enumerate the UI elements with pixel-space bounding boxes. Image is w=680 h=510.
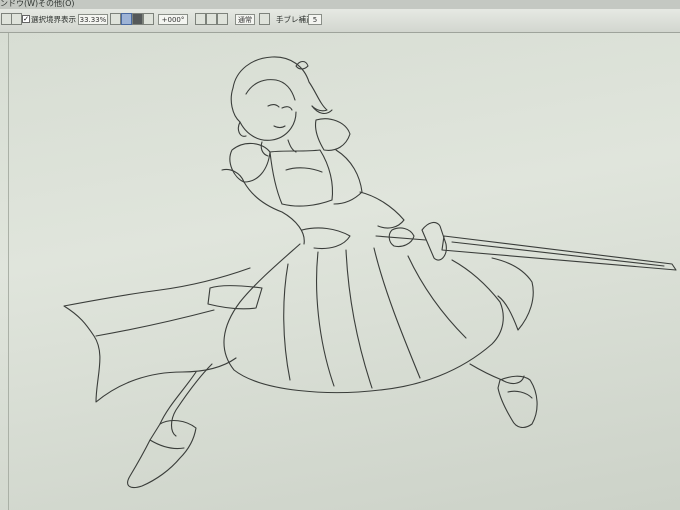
- sword-hilt: [375, 235, 427, 241]
- sword-blade: [441, 235, 677, 271]
- cape-fold: [95, 309, 215, 337]
- mouth: [273, 125, 286, 129]
- hair-outline: [232, 56, 328, 112]
- bangs: [245, 79, 296, 101]
- face-outline: [239, 111, 297, 141]
- paint-app-screen: ンドウ(W) その他(O) ✓ 選択境界表示 33.33% +000° 通常 手…: [0, 0, 680, 510]
- hair-back: [311, 105, 333, 115]
- chest-line: [285, 167, 323, 173]
- left-leg-back: [159, 371, 197, 425]
- hair-left: [230, 87, 247, 137]
- armor-tasset: [207, 285, 263, 310]
- right-arm-gauntlet: [359, 191, 405, 229]
- eyes: [267, 104, 293, 111]
- breastplate: [269, 149, 334, 207]
- cape-right: [491, 257, 534, 331]
- right-leg: [469, 363, 525, 385]
- right-boot: [497, 375, 538, 429]
- right-boot-strap: [507, 390, 533, 399]
- cape-left: [63, 267, 251, 403]
- left-boot: [127, 419, 197, 489]
- line-art-drawing: [63, 56, 677, 489]
- left-boot-cuff: [149, 439, 185, 450]
- skirt-folds: [283, 247, 467, 389]
- left-pauldron: [229, 142, 271, 183]
- left-arm: [243, 181, 305, 245]
- sword-guard: [421, 221, 447, 261]
- right-arm-upper: [333, 149, 363, 205]
- skirt-outline: [223, 243, 504, 394]
- right-pauldron: [314, 118, 351, 151]
- belt-armor: [301, 227, 351, 250]
